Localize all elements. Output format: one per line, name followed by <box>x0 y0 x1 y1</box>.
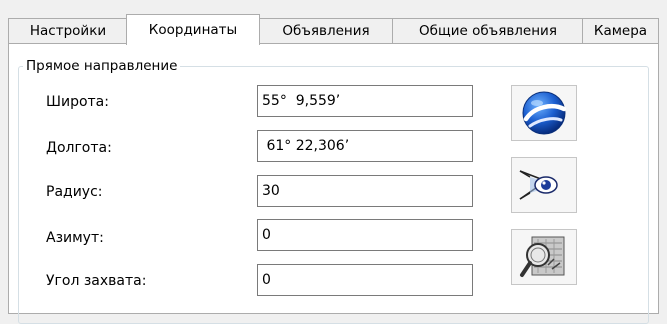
radius-field[interactable]: 30 <box>257 175 473 207</box>
tab-settings[interactable]: Настройки <box>8 18 128 43</box>
tab-camera[interactable]: Камера <box>582 18 659 43</box>
longitude-label: Долгота: <box>46 140 112 156</box>
map-search-button[interactable] <box>511 229 577 285</box>
google-earth-button[interactable] <box>511 85 577 141</box>
capture-angle-label: Угол захвата: <box>46 273 147 289</box>
azimuth-label: Азимут: <box>46 230 104 246</box>
view-cone-button[interactable] <box>511 157 577 213</box>
tab-announcements[interactable]: Объявления <box>258 18 394 43</box>
latitude-field[interactable]: 55° 9,559’ <box>257 85 473 117</box>
tab-common-announcements[interactable]: Общие объявления <box>392 18 584 43</box>
tab-coordinates[interactable]: Координаты <box>126 14 260 45</box>
latitude-label: Широта: <box>46 94 109 110</box>
tab-bar: Настройки Координаты Объявления Общие об… <box>8 14 659 45</box>
google-earth-icon <box>522 91 567 135</box>
azimuth-field[interactable]: 0 <box>257 219 473 251</box>
radius-label: Радиус: <box>46 184 103 200</box>
capture-angle-field[interactable]: 0 <box>257 264 473 296</box>
longitude-field[interactable]: 61° 22,306’ <box>257 130 473 162</box>
map-search-icon <box>520 236 565 277</box>
coordinates-panel: Прямое направление Широта: 55° 9,559’ До… <box>8 43 659 324</box>
group-title: Прямое направление <box>23 58 181 74</box>
view-cone-icon <box>519 170 558 200</box>
